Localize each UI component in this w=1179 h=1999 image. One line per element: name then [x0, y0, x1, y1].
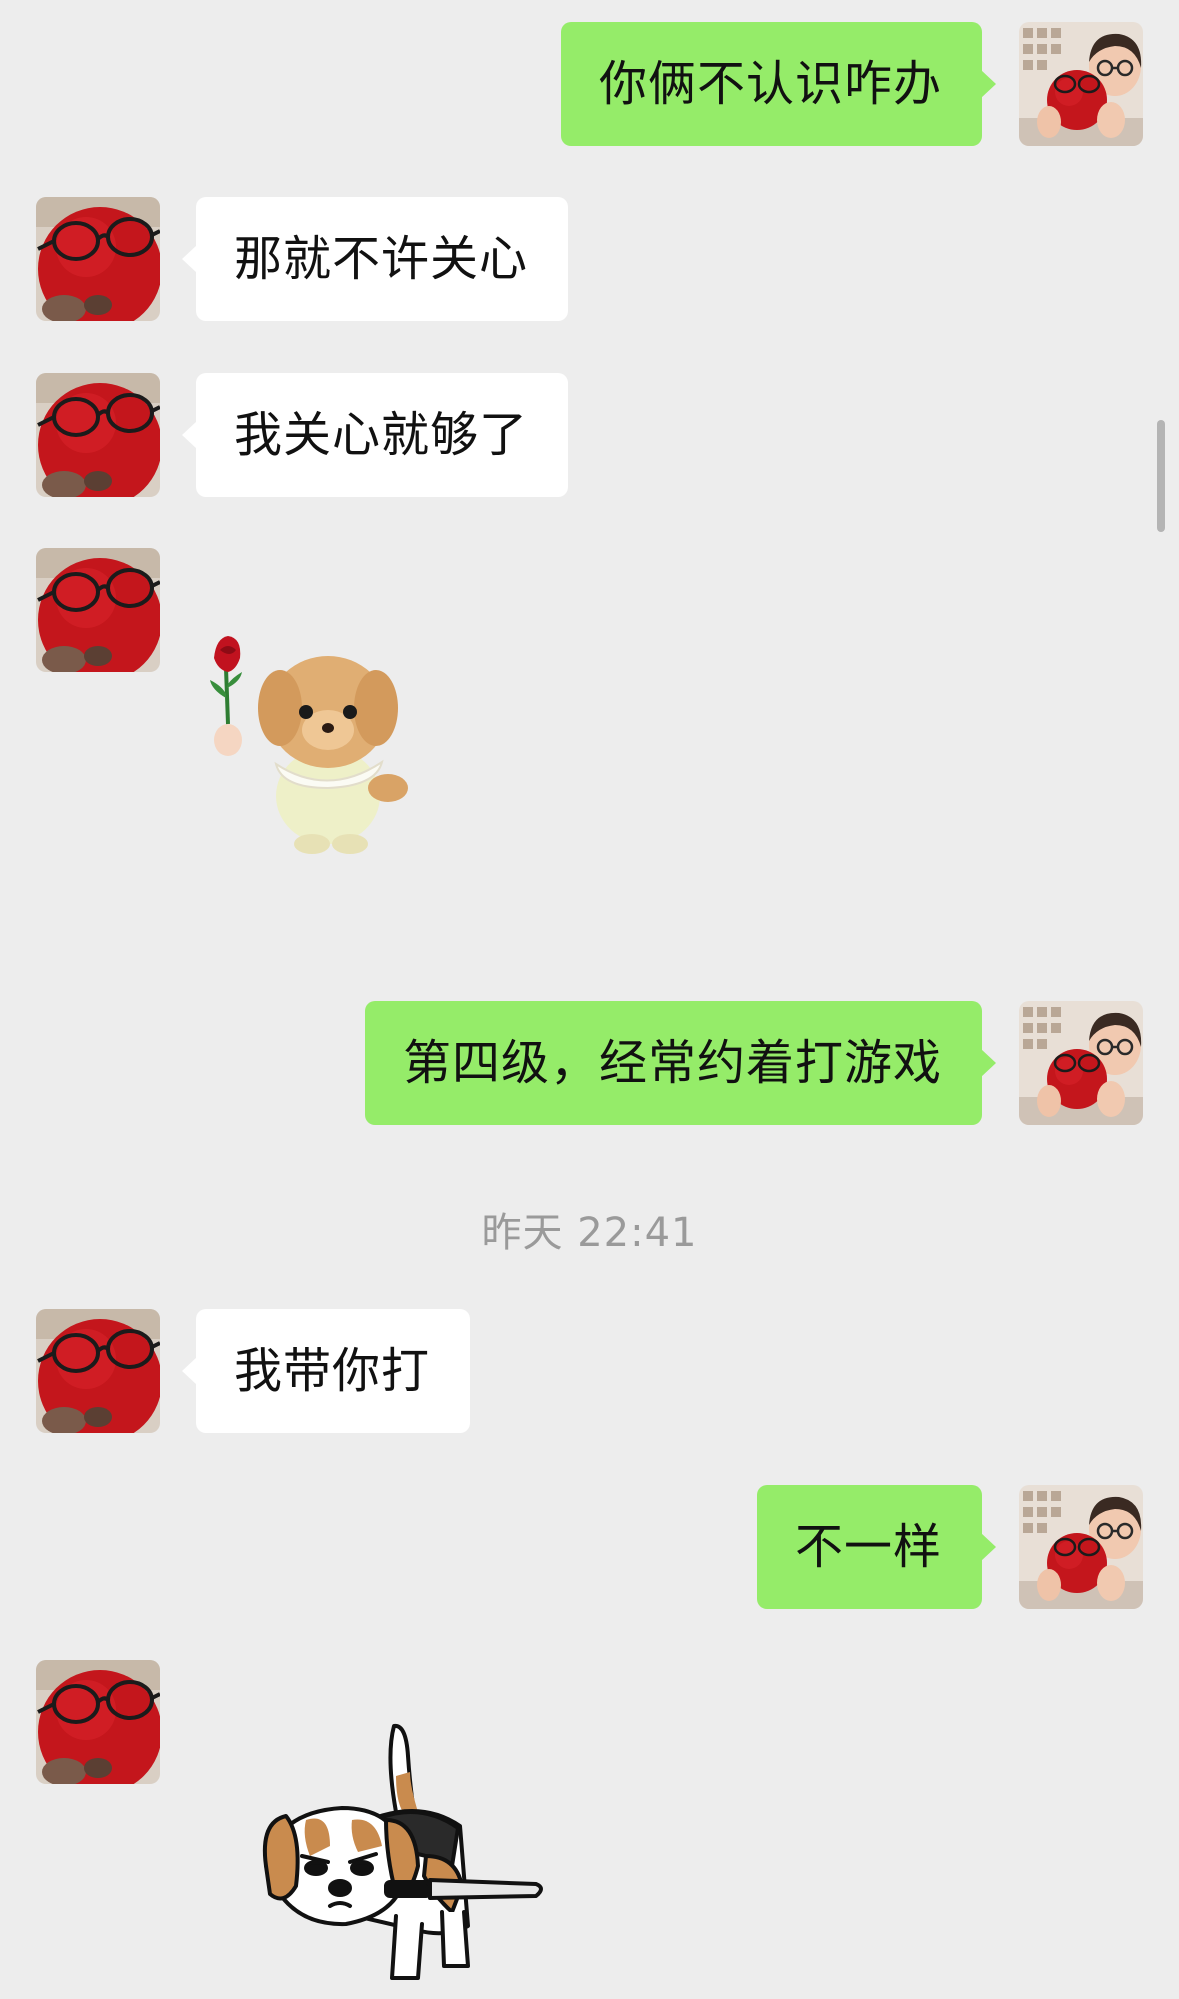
contact-avatar[interactable]	[36, 548, 160, 672]
beagle-with-knife-sticker[interactable]	[246, 1716, 566, 1996]
contact-avatar[interactable]	[36, 1309, 160, 1433]
message-text: 不一样	[794, 1519, 942, 1575]
message-bubble-incoming[interactable]: 那就不许关心	[181, 197, 569, 321]
message-text: 第四级，经常约着打游戏	[402, 1035, 942, 1091]
self-avatar[interactable]	[1019, 1001, 1143, 1125]
contact-avatar[interactable]	[36, 197, 160, 321]
person-holding-red-plush-avatar-icon	[1019, 1001, 1143, 1125]
message-bubble-incoming[interactable]: 我关心就够了	[181, 373, 569, 497]
message-bubble-outgoing[interactable]: 你俩不认识咋办	[560, 22, 997, 146]
message-text: 我关心就够了	[234, 407, 529, 463]
contact-avatar[interactable]	[36, 373, 160, 497]
puppy-with-rose-icon	[210, 636, 408, 854]
message-bubble-outgoing[interactable]: 第四级，经常约着打游戏	[364, 1001, 997, 1125]
contact-avatar[interactable]	[36, 1660, 160, 1784]
puppy-with-rose-sticker[interactable]	[200, 628, 440, 868]
chat-window[interactable]: 你俩不认识咋办 那就不许关心 我关心就够了 第四级，经常约着打游戏 昨天 22:…	[0, 0, 1179, 1999]
self-avatar[interactable]	[1019, 22, 1143, 146]
red-plush-with-glasses-avatar-icon	[36, 1309, 160, 1433]
person-holding-red-plush-avatar-icon	[1019, 1485, 1143, 1609]
red-plush-with-glasses-avatar-icon	[36, 548, 160, 672]
message-bubble-incoming[interactable]: 我带你打	[181, 1309, 471, 1433]
message-timestamp: 昨天 22:41	[481, 1210, 698, 1256]
red-plush-with-glasses-avatar-icon	[36, 373, 160, 497]
message-text: 那就不许关心	[234, 231, 529, 287]
self-avatar[interactable]	[1019, 1485, 1143, 1609]
red-plush-with-glasses-avatar-icon	[36, 1660, 160, 1784]
red-plush-with-glasses-avatar-icon	[36, 197, 160, 321]
person-holding-red-plush-avatar-icon	[1019, 22, 1143, 146]
message-bubble-outgoing[interactable]: 不一样	[756, 1485, 997, 1609]
chat-scrollbar[interactable]	[1157, 420, 1165, 532]
beagle-with-knife-icon	[262, 1723, 543, 1980]
message-text: 我带你打	[234, 1343, 431, 1399]
message-text: 你俩不认识咋办	[598, 56, 942, 112]
